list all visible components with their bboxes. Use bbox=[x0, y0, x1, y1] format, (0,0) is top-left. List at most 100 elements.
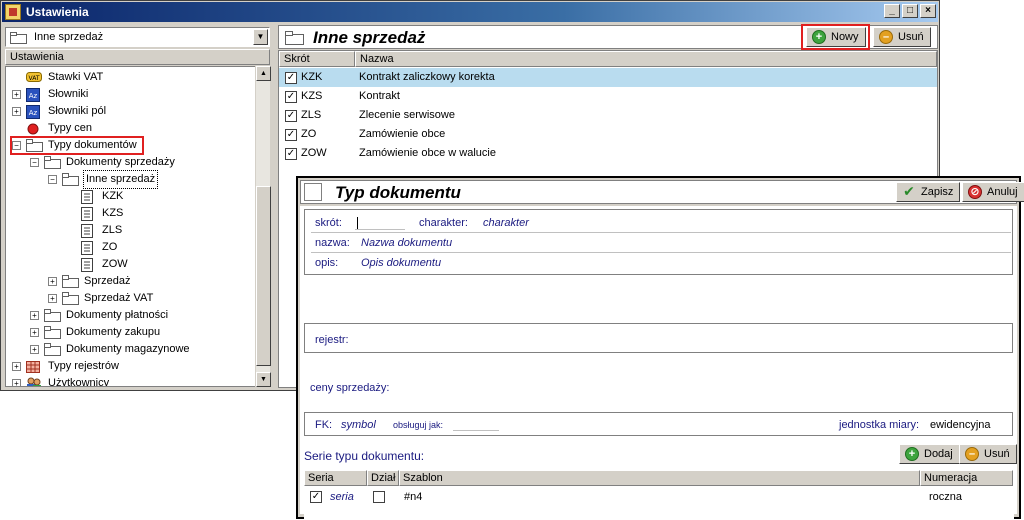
table-row[interactable]: ✓ ZLS Zlecenie serwisowe bbox=[279, 106, 937, 125]
highlight-frame bbox=[801, 24, 870, 50]
tree-item[interactable]: ZO bbox=[6, 239, 254, 256]
expand-icon[interactable]: + bbox=[48, 277, 57, 286]
cancel-button[interactable]: ⊘ Anuluj bbox=[962, 182, 1024, 202]
expand-icon[interactable]: + bbox=[12, 362, 21, 371]
skrot-cell: KZS bbox=[301, 90, 323, 102]
expand-icon[interactable]: + bbox=[12, 379, 21, 386]
column-header-dzial[interactable]: Dział bbox=[367, 470, 399, 486]
title-bar[interactable]: Ustawienia _ □ × bbox=[2, 2, 938, 22]
tree-item[interactable]: VAT Stawki VAT bbox=[6, 69, 254, 86]
cancel-icon: ⊘ bbox=[968, 185, 982, 199]
row-checkbox[interactable]: ✓ bbox=[285, 72, 297, 84]
delete-series-button[interactable]: – Usuń bbox=[959, 444, 1017, 464]
tree-item-label: Słowniki pól bbox=[48, 105, 107, 117]
tree-item[interactable]: + Dokumenty płatności bbox=[6, 307, 254, 324]
series-row[interactable]: ✓ seria #n4 roczna bbox=[304, 487, 1014, 507]
rejestr-box[interactable]: rejestr: bbox=[304, 323, 1013, 353]
dialog-header: Typ dokumentu ✔ Zapisz ⊘ Anuluj bbox=[300, 180, 1024, 204]
tree-scrollbar[interactable]: ▲ ▼ bbox=[255, 66, 271, 387]
table-row[interactable]: ✓ KZK Kontrakt zaliczkowy korekta bbox=[279, 68, 937, 87]
minus-icon: – bbox=[879, 30, 893, 44]
series-checkbox[interactable]: ✓ bbox=[310, 491, 322, 503]
column-header-seria[interactable]: Seria bbox=[304, 470, 367, 486]
expand-icon[interactable]: + bbox=[48, 294, 57, 303]
tree-item[interactable]: Typy cen bbox=[6, 120, 254, 137]
folder-icon bbox=[10, 32, 27, 44]
column-header-numeracja[interactable]: Numeracja bbox=[920, 470, 1013, 486]
tree-item-label: Typy rejestrów bbox=[48, 360, 119, 372]
folder-icon bbox=[285, 31, 304, 45]
close-button[interactable]: × bbox=[920, 4, 936, 18]
tree-item[interactable]: + Dokumenty zakupu bbox=[6, 324, 254, 341]
tree-item[interactable]: − Dokumenty sprzedaży bbox=[6, 154, 254, 171]
minimize-button[interactable]: _ bbox=[884, 4, 900, 18]
tree-item-label: ZO bbox=[102, 241, 118, 253]
tree-item[interactable]: + Użytkownicy bbox=[6, 375, 254, 386]
tree-item[interactable]: + Typy rejestrów bbox=[6, 358, 254, 375]
general-fields: skrót: charakter: charakter nazwa: Nazwa… bbox=[304, 209, 1013, 275]
scroll-down-icon[interactable]: ▼ bbox=[256, 372, 271, 387]
row-checkbox[interactable]: ✓ bbox=[285, 110, 297, 122]
nazwa-cell: Zamówienie obce bbox=[359, 128, 446, 140]
tree-item[interactable]: + Az Słowniki bbox=[6, 86, 254, 103]
expand-icon[interactable]: + bbox=[30, 345, 39, 354]
row-checkbox[interactable]: ✓ bbox=[285, 91, 297, 103]
tree-item[interactable]: + Dokumenty magazynowe bbox=[6, 341, 254, 358]
save-button-label: Zapisz bbox=[921, 186, 954, 198]
dzial-checkbox[interactable] bbox=[373, 491, 385, 503]
scroll-up-icon[interactable]: ▲ bbox=[256, 66, 271, 81]
column-header-nazwa[interactable]: Nazwa bbox=[355, 51, 937, 67]
column-header-skrot[interactable]: Skrót bbox=[279, 51, 355, 67]
nazwa-label: nazwa: bbox=[315, 237, 350, 249]
tree-item-label: Sprzedaż VAT bbox=[84, 292, 154, 304]
tree-item[interactable]: − Inne sprzedaż bbox=[6, 170, 254, 189]
dialog-body: skrót: charakter: charakter nazwa: Nazwa… bbox=[300, 206, 1017, 514]
delete-button[interactable]: – Usuń bbox=[873, 27, 931, 47]
table-row[interactable]: ✓ ZOW Zamówienie obce w walucie bbox=[279, 144, 937, 163]
tree-item[interactable]: KZK bbox=[6, 188, 254, 205]
expand-icon[interactable]: + bbox=[12, 107, 21, 116]
tree-item-label: Stawki VAT bbox=[48, 71, 104, 83]
table-row[interactable]: ✓ KZS Kontrakt bbox=[279, 87, 937, 106]
add-series-button[interactable]: + Dodaj bbox=[899, 444, 960, 464]
expand-icon[interactable]: + bbox=[12, 90, 21, 99]
svg-text:Az: Az bbox=[29, 92, 38, 100]
row-checkbox[interactable]: ✓ bbox=[285, 129, 297, 141]
nazwa-field[interactable]: Nazwa dokumentu bbox=[361, 237, 452, 249]
chevron-down-icon[interactable]: ▼ bbox=[253, 29, 268, 45]
series-seria-cell[interactable]: seria bbox=[330, 491, 354, 503]
table-row[interactable]: ✓ ZO Zamówienie obce bbox=[279, 125, 937, 144]
opis-field[interactable]: Opis dokumentu bbox=[361, 257, 441, 269]
obsluguj-input[interactable] bbox=[453, 417, 499, 431]
delete-button-label: Usuń bbox=[898, 31, 924, 43]
jednostka-field[interactable]: ewidencyjna bbox=[930, 419, 991, 431]
collapse-icon[interactable]: − bbox=[48, 175, 57, 184]
app-icon bbox=[5, 4, 21, 20]
skrot-input[interactable] bbox=[355, 216, 405, 230]
category-combo[interactable]: Inne sprzedaż ▼ bbox=[5, 27, 270, 47]
maximize-button[interactable]: □ bbox=[902, 4, 918, 18]
tree-item[interactable]: KZS bbox=[6, 205, 254, 222]
expand-icon[interactable]: + bbox=[30, 311, 39, 320]
fk-symbol-field[interactable]: symbol bbox=[341, 419, 376, 431]
expand-icon[interactable]: + bbox=[30, 328, 39, 337]
tree-item[interactable]: ZLS bbox=[6, 222, 254, 239]
save-button[interactable]: ✔ Zapisz bbox=[896, 182, 961, 202]
tree-item-label: Sprzedaż bbox=[84, 275, 131, 287]
tree-item-label: Dokumenty magazynowe bbox=[66, 343, 190, 355]
fk-box: FK: symbol obsługuj jak: jednostka miary… bbox=[304, 412, 1013, 436]
tree-item[interactable]: ZOW bbox=[6, 256, 254, 273]
tree-item[interactable]: + Sprzedaż bbox=[6, 273, 254, 290]
row-checkbox[interactable]: ✓ bbox=[285, 148, 297, 160]
splitter[interactable] bbox=[273, 23, 277, 389]
tree-item-label: Inne sprzedaż bbox=[82, 170, 159, 189]
tree-item[interactable]: + Az Słowniki pól bbox=[6, 103, 254, 120]
tree-item[interactable]: + Sprzedaż VAT bbox=[6, 290, 254, 307]
series-numeracja-cell[interactable]: roczna bbox=[929, 491, 962, 503]
scroll-thumb[interactable] bbox=[256, 186, 271, 366]
column-header-szablon[interactable]: Szablon bbox=[399, 470, 920, 486]
collapse-icon[interactable]: − bbox=[30, 158, 39, 167]
charakter-field[interactable]: charakter bbox=[483, 217, 529, 229]
separator bbox=[311, 232, 1011, 233]
series-szablon-cell[interactable]: #n4 bbox=[404, 491, 422, 503]
